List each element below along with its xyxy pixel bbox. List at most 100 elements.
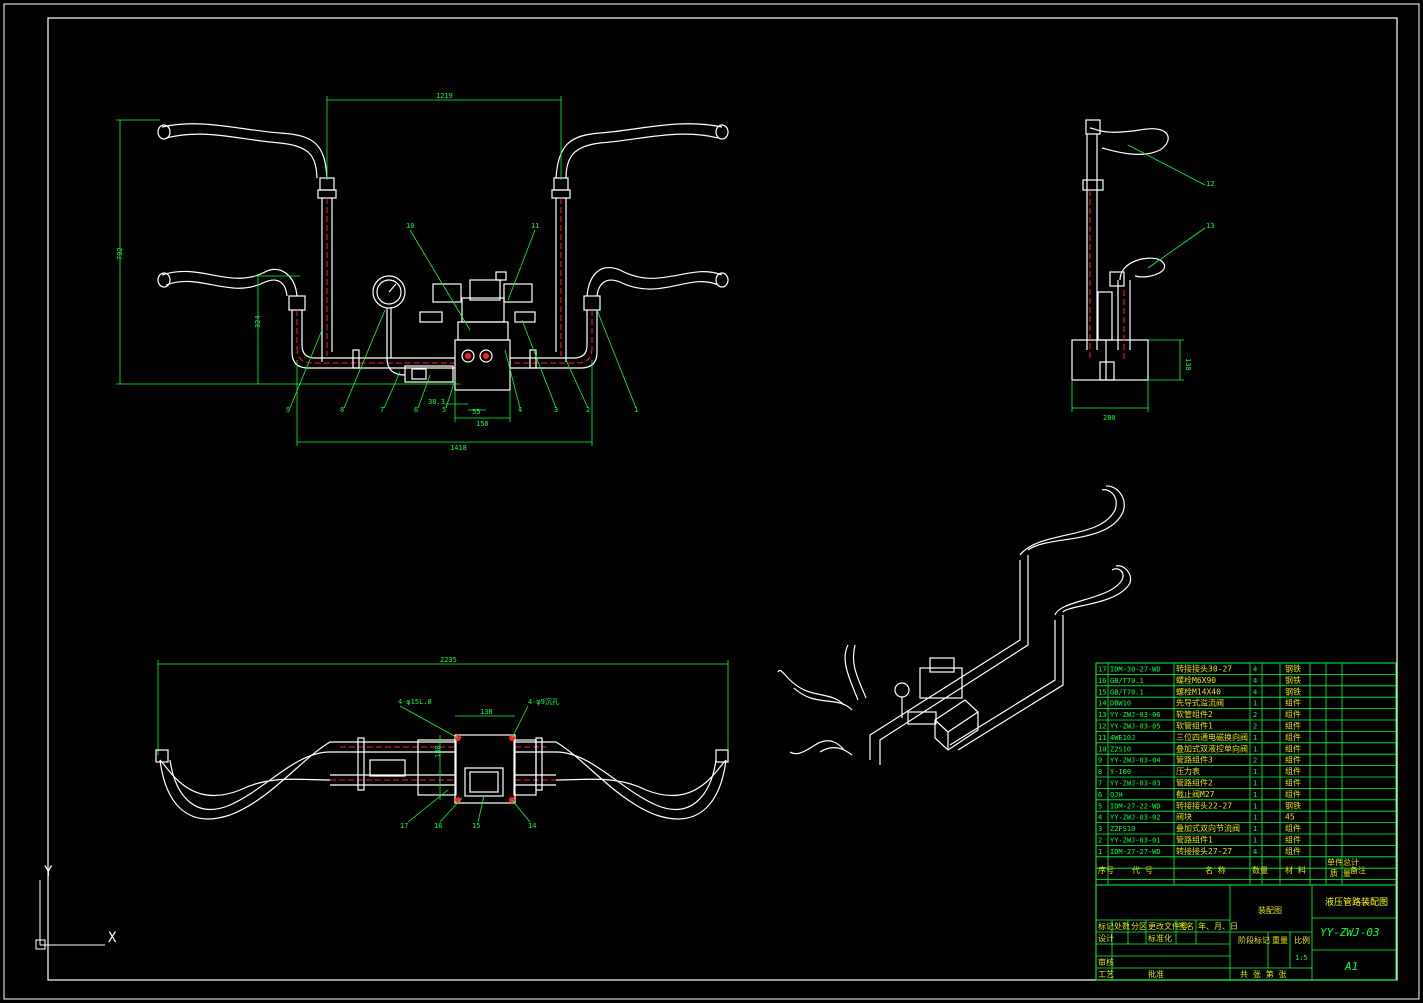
bom-material: 组件 — [1285, 846, 1301, 856]
bom-name: 先导式溢流阀 — [1176, 698, 1224, 708]
hole-label-right: 4-φ9沉孔 — [528, 698, 559, 706]
bom-qty: 4 — [1253, 677, 1257, 685]
bom-no: 6 — [1098, 791, 1102, 799]
hole-label-left: 4-φ15L.8 — [398, 698, 432, 706]
svg-text:审核: 审核 — [1098, 957, 1114, 967]
bom-code: IDM-27-22-WD — [1110, 802, 1161, 810]
bom-qty: 1 — [1253, 734, 1257, 742]
bom-code: Z2S10 — [1110, 745, 1131, 753]
dim-side-width: 280 — [1103, 414, 1116, 422]
bom-qty: 1 — [1253, 802, 1257, 810]
bom-header-code: 代 号 — [1132, 865, 1153, 875]
bom-name: 叠加式双向节流阀 — [1176, 823, 1240, 833]
bom-code: YY-ZWJ-03-02 — [1110, 814, 1161, 822]
bom-name: 压力表 — [1176, 766, 1200, 776]
dim-block-width: 150 — [476, 420, 489, 428]
bom-no: 15 — [1098, 688, 1106, 696]
bom-qty: 1 — [1253, 837, 1257, 845]
callout-10: 10 — [406, 222, 414, 230]
bom-header-mass: 质 量 — [1330, 868, 1351, 878]
svg-text:签名: 签名 — [1178, 921, 1194, 931]
bom-no: 13 — [1098, 711, 1106, 719]
bom-name: 软管组件1 — [1176, 721, 1213, 731]
bom-code: 4WE10J — [1110, 734, 1135, 742]
bom-no: 1 — [1098, 848, 1102, 856]
bom-no: 2 — [1098, 837, 1102, 845]
svg-text:工艺: 工艺 — [1098, 970, 1114, 979]
bom-no: 5 — [1098, 802, 1102, 810]
svg-text:共 张 第 张: 共 张 第 张 — [1240, 969, 1286, 979]
bom-material: 组件 — [1285, 835, 1301, 845]
front-view — [157, 123, 729, 391]
callout-3: 3 — [554, 406, 558, 414]
bom-no: 14 — [1098, 700, 1106, 708]
bom-material: 组件 — [1285, 698, 1301, 708]
bom-header-remark: 备注 — [1350, 865, 1366, 875]
callout-8: 8 — [340, 406, 344, 414]
scale-value: 1:5 — [1295, 954, 1308, 962]
bom-qty: 1 — [1253, 745, 1257, 753]
bom-material: 组件 — [1285, 755, 1301, 765]
bom-header-qty: 数量 — [1252, 865, 1268, 875]
dim-height-total: 792 — [116, 247, 124, 260]
cad-drawing-canvas[interactable]: 1219 792 324 1418 150 38.3 55 9 8 7 6 5 … — [0, 0, 1423, 1003]
callout-2: 2 — [586, 406, 590, 414]
bom-code: QJH — [1110, 791, 1123, 799]
svg-text:年、月、日: 年、月、日 — [1198, 921, 1238, 931]
callout-9: 9 — [286, 406, 290, 414]
bom-qty: 1 — [1253, 768, 1257, 776]
title-block: 液压管路装配图 YY-ZWJ-03 A1 装配图 1:5 标记 处数 分区 更改… — [1095, 884, 1397, 981]
callout-17: 17 — [400, 822, 408, 830]
bottom-view: 2235 138 180 4-φ15L.8 4-φ9沉孔 17 16 15 14 — [155, 656, 729, 830]
dim-small-a: 38.3 — [428, 398, 445, 406]
svg-text:处数: 处数 — [1114, 921, 1130, 931]
bom-code: Y-100 — [1110, 768, 1131, 776]
bom-no: 7 — [1098, 780, 1102, 788]
bom-name: 截止阀M27 — [1176, 789, 1215, 799]
bom-no: 8 — [1098, 768, 1102, 776]
bom-code: GB/T70.1 — [1110, 688, 1144, 696]
bom-name: 转接接头22-27 — [1176, 800, 1232, 810]
bom-header-unit: 单件 — [1327, 857, 1343, 867]
bom-name: 螺栓M6X90 — [1176, 675, 1216, 685]
bom-material: 组件 — [1285, 732, 1301, 742]
bom-no: 16 — [1098, 677, 1106, 685]
bom-qty: 4 — [1253, 848, 1257, 856]
bom-header-name: 名 称 — [1205, 865, 1226, 875]
dim-side-height: 138 — [1184, 358, 1192, 371]
bom-code: DBW10 — [1110, 700, 1131, 708]
bom-name: 螺栓M14X40 — [1176, 686, 1221, 696]
bom-qty: 1 — [1253, 780, 1257, 788]
callout-14: 14 — [528, 822, 536, 830]
bom-no: 3 — [1098, 825, 1102, 833]
callout-1: 1 — [634, 406, 638, 414]
callout-7: 7 — [380, 406, 384, 414]
bom-qty: 1 — [1253, 814, 1257, 822]
bom-material: 45 — [1285, 813, 1295, 822]
bom-material: 组件 — [1285, 766, 1301, 776]
dim-height-mid: 324 — [254, 315, 262, 328]
dim-bottom-width: 1418 — [450, 444, 467, 452]
svg-text:阶段标记: 阶段标记 — [1238, 935, 1270, 945]
bom-material: 钢铁 — [1285, 800, 1301, 810]
bom-no: 17 — [1098, 666, 1106, 674]
bom-qty: 2 — [1253, 757, 1257, 765]
bom-no: 12 — [1098, 723, 1106, 731]
bom-no: 11 — [1098, 734, 1106, 742]
bom-code: YY-ZWJ-03-01 — [1110, 837, 1161, 845]
isometric-view — [777, 485, 1132, 765]
svg-text:重量: 重量 — [1272, 935, 1288, 945]
callout-6: 6 — [414, 406, 418, 414]
bom-name: 三位四通电磁换向阀 — [1176, 732, 1248, 742]
bom-qty: 4 — [1253, 688, 1257, 696]
bom-no: 10 — [1098, 745, 1106, 753]
callout-5: 5 — [442, 406, 446, 414]
bom-material: 组件 — [1285, 721, 1301, 731]
dim-top-width: 1219 — [436, 92, 453, 100]
bom-code: YY-ZWJ-03-03 — [1110, 780, 1161, 788]
dim-bottom-block-h: 180 — [434, 745, 442, 758]
bom-material: 钢铁 — [1285, 686, 1301, 696]
bom-name: 转接接头27-27 — [1176, 846, 1232, 856]
bom-name: 管路组件1 — [1176, 835, 1213, 845]
bom-code: IDM-27-27-WD — [1110, 848, 1161, 856]
